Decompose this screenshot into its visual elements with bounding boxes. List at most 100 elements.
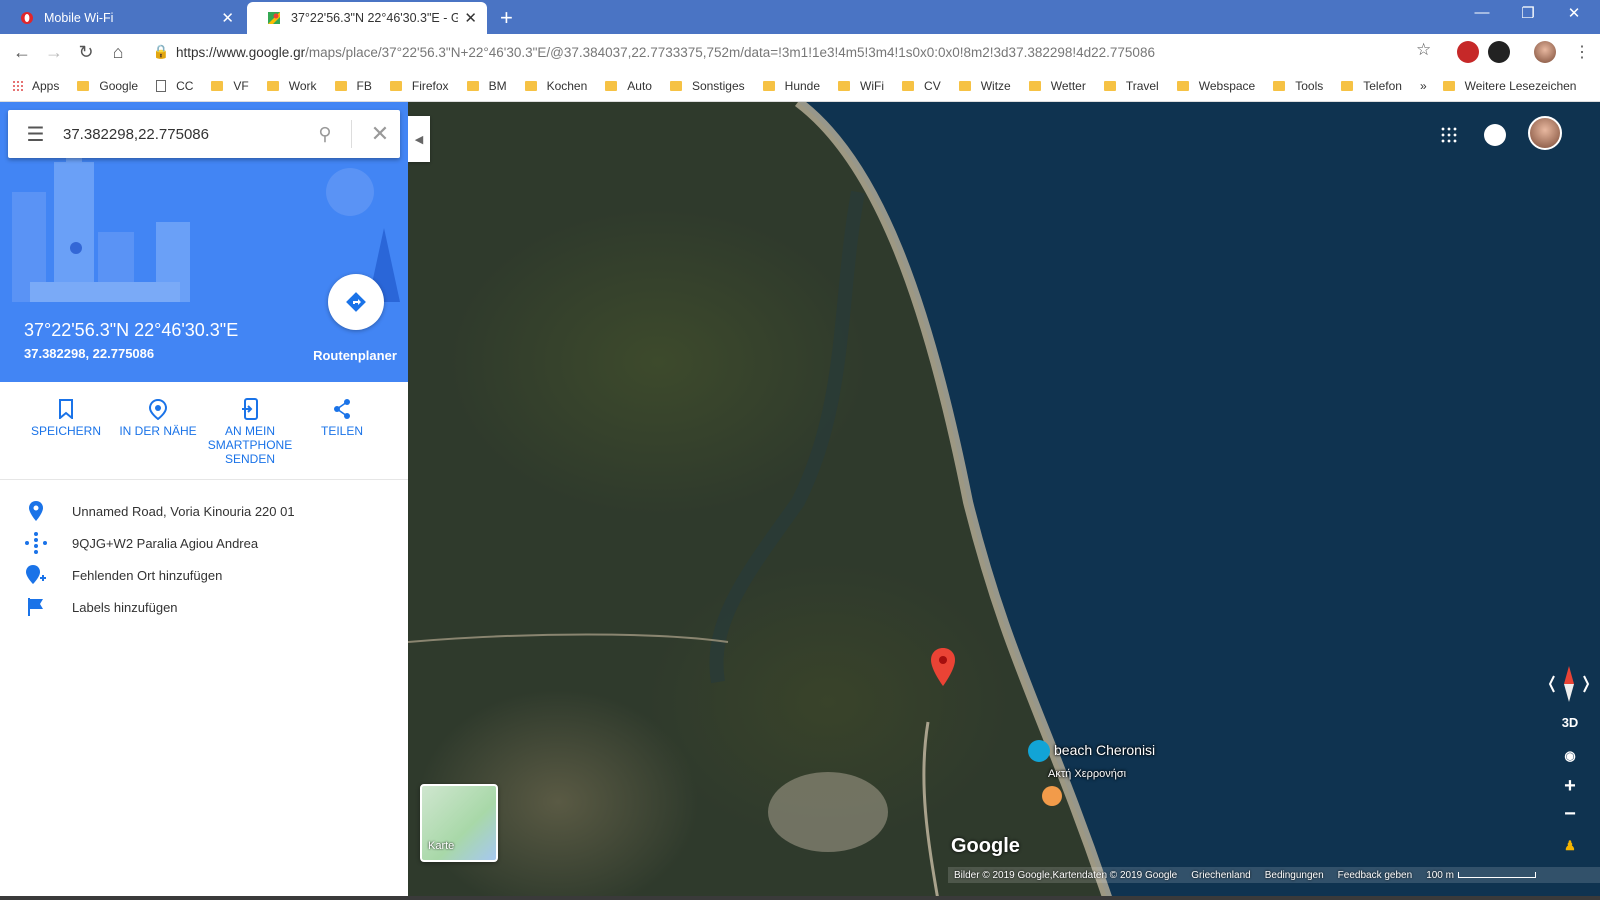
bookmark-item[interactable]: Sonstiges <box>669 79 745 93</box>
send-to-phone-icon <box>242 398 258 420</box>
profile-avatar[interactable] <box>1534 41 1556 63</box>
plus-code-row[interactable]: 9QJG+W2 Paralia Agiou Andrea <box>0 527 408 559</box>
3d-toggle-button[interactable]: 3D <box>1554 708 1586 736</box>
send-to-phone-button[interactable]: AN MEIN SMARTPHONE SENDEN <box>204 394 296 466</box>
map-type-toggle[interactable]: Karte <box>420 784 498 862</box>
satellite-map[interactable]: ◀ beach Cheronisi Ακτή Χερρονήσι Karte 3… <box>408 102 1600 900</box>
bookmark-item[interactable]: VF <box>211 79 249 93</box>
scale-bar[interactable]: 100 m <box>1426 870 1536 881</box>
feedback-link[interactable]: Feedback geben <box>1338 870 1413 881</box>
folder-icon <box>1028 80 1041 91</box>
bookmark-item[interactable]: FB <box>334 78 372 93</box>
bookmark-item[interactable]: Telefon <box>1341 79 1402 93</box>
minimize-icon[interactable]: — <box>1462 4 1502 21</box>
bookmark-item[interactable]: CV <box>902 79 941 93</box>
bookmark-item[interactable]: BM <box>466 78 507 93</box>
bookmark-label: FB <box>356 78 372 93</box>
bookmark-item[interactable]: Witze <box>958 79 1011 93</box>
adblock-icon[interactable] <box>1457 41 1479 63</box>
bookmarks-overflow-button[interactable]: » <box>1420 79 1427 93</box>
clear-search-icon[interactable]: ✕ <box>360 121 400 147</box>
reload-icon[interactable]: ↻ <box>70 42 102 63</box>
restaurant-poi-icon[interactable] <box>1042 786 1062 806</box>
search-icon[interactable]: ⚲ <box>307 124 343 145</box>
apps-grid-icon <box>12 79 24 92</box>
pegman-icon[interactable]: ♟ <box>1554 832 1586 860</box>
bookmark-item[interactable]: Travel <box>1103 79 1159 93</box>
zoom-in-button[interactable]: + <box>1554 772 1586 800</box>
compass-icon[interactable] <box>1548 664 1590 704</box>
forward-icon[interactable]: → <box>38 42 70 63</box>
tab-title: Mobile Wi-Fi <box>44 11 114 25</box>
bookmark-item[interactable]: WiFi <box>838 79 884 93</box>
address-bar[interactable]: 🔒 https://www.google.gr/maps/place/37°22… <box>146 38 1436 66</box>
bookmark-item[interactable]: Kochen <box>524 79 587 93</box>
address-row[interactable]: Unnamed Road, Voria Kinouria 220 01 <box>0 495 408 527</box>
folder-icon <box>334 80 347 91</box>
save-button[interactable]: SPEICHERN <box>20 394 112 438</box>
close-tab-icon[interactable]: ✕ <box>221 9 234 27</box>
nearby-button[interactable]: IN DER NÄHE <box>112 394 204 438</box>
bookmark-icon <box>59 399 73 419</box>
bookmark-item[interactable]: Wetter <box>1028 79 1086 93</box>
collapse-panel-button[interactable]: ◀ <box>408 116 430 162</box>
star-icon[interactable]: ☆ <box>1416 40 1431 60</box>
poi-beach[interactable]: beach Cheronisi <box>1028 740 1155 762</box>
action-label: TEILEN <box>320 424 363 438</box>
folder-icon <box>1442 80 1455 91</box>
google-apps-icon[interactable] <box>1440 126 1458 144</box>
bookmark-label: BM <box>488 78 507 93</box>
region-link[interactable]: Griechenland <box>1191 870 1250 881</box>
bookmark-item[interactable]: Auto <box>605 79 652 93</box>
bookmark-other[interactable]: Weitere Lesezeichen <box>1442 79 1576 93</box>
folder-icon <box>669 80 682 91</box>
map-type-label: Karte <box>428 840 455 852</box>
plus-code-icon <box>25 532 47 554</box>
search-input[interactable]: 37.382298,22.775086 <box>63 126 307 143</box>
restore-icon[interactable]: ❐ <box>1508 4 1548 22</box>
notifications-icon[interactable] <box>1484 124 1506 146</box>
bookmark-apps[interactable]: Apps <box>12 79 59 93</box>
hamburger-menu-icon[interactable]: ☰ <box>8 122 63 147</box>
add-label-row[interactable]: Labels hinzufügen <box>0 591 408 623</box>
bookmark-item[interactable]: CC <box>156 79 193 93</box>
tab-google-maps[interactable]: 37°22'56.3"N 22°46'30.3"E - Google Maps … <box>247 2 487 34</box>
bookmark-item[interactable]: Work <box>266 78 317 93</box>
tab-mobile-wifi[interactable]: Mobile Wi-Fi ✕ <box>0 2 244 34</box>
close-window-icon[interactable]: ✕ <box>1554 4 1594 22</box>
bookmark-label: Work <box>288 78 317 93</box>
my-location-icon[interactable]: ◉ <box>1554 742 1586 770</box>
menu-kebab-icon[interactable]: ⋮ <box>1574 42 1590 62</box>
url-host: https://www.google.gr <box>176 44 306 60</box>
new-tab-icon[interactable]: + <box>500 5 513 31</box>
directions-button[interactable] <box>328 274 384 330</box>
add-place-text: Fehlenden Ort hinzufügen <box>72 567 223 583</box>
extension-download-icon[interactable] <box>1488 41 1510 63</box>
bookmark-item[interactable]: Firefox <box>389 79 449 93</box>
account-avatar[interactable] <box>1528 116 1562 150</box>
add-label-text: Labels hinzufügen <box>72 599 178 615</box>
bookmark-item[interactable]: Google <box>77 79 138 93</box>
directions-label[interactable]: Routenplaner <box>300 348 408 363</box>
folder-icon <box>902 80 915 91</box>
flag-icon <box>28 598 43 616</box>
add-place-row[interactable]: Fehlenden Ort hinzufügen <box>0 559 408 591</box>
folder-icon <box>958 80 971 91</box>
home-icon[interactable]: ⌂ <box>102 42 134 63</box>
place-hero: ☰ 37.382298,22.775086 ⚲ ✕ 37°22'56.3"N 2… <box>0 102 408 382</box>
place-title: 37°22'56.3"N 22°46'30.3"E <box>24 320 239 340</box>
bookmark-item[interactable]: Webspace <box>1176 79 1255 93</box>
back-icon[interactable]: ← <box>6 42 38 63</box>
folder-icon <box>1176 80 1189 91</box>
zoom-out-button[interactable]: − <box>1554 800 1586 828</box>
terms-link[interactable]: Bedingungen <box>1265 870 1324 881</box>
close-tab-icon[interactable]: ✕ <box>464 9 477 27</box>
map-pin-marker[interactable] <box>930 648 956 686</box>
share-button[interactable]: TEILEN <box>296 394 388 438</box>
bookmark-label: WiFi <box>860 78 885 93</box>
lock-icon[interactable]: 🔒 <box>146 44 176 60</box>
folder-icon <box>762 80 775 91</box>
bookmark-item[interactable]: Tools <box>1273 79 1323 93</box>
bookmark-item[interactable]: Hunde <box>762 79 820 93</box>
bookmark-label: Tools <box>1295 78 1324 93</box>
